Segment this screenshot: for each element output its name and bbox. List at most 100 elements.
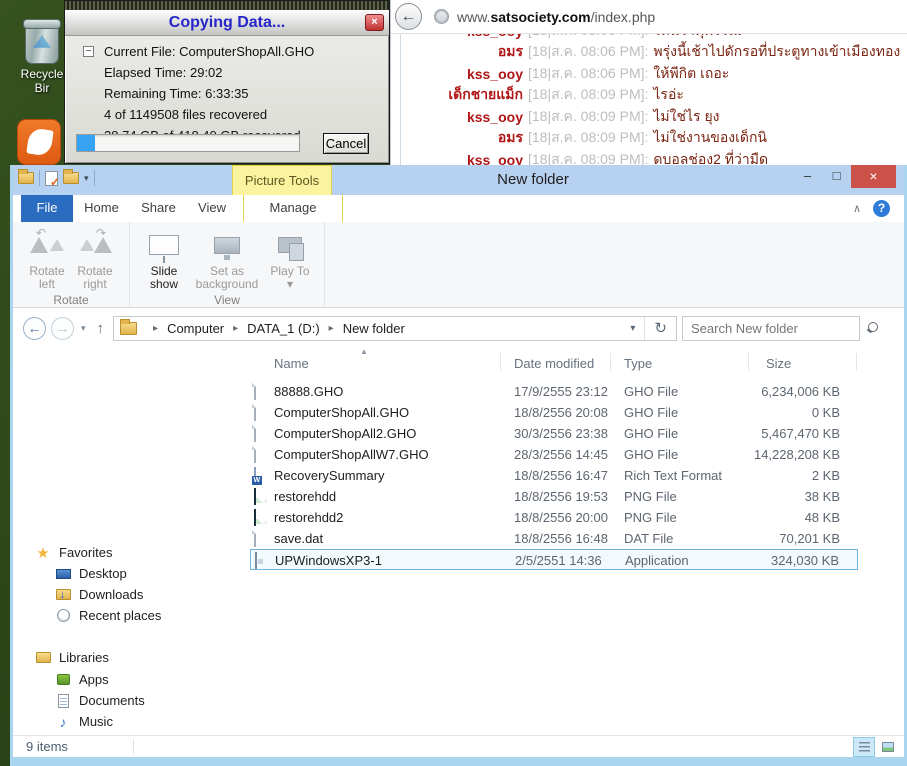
sidebar-item-recent-places[interactable]: Recent places <box>13 605 245 626</box>
dat-file-icon <box>254 530 270 547</box>
chat-username: kss_ooy <box>466 151 523 166</box>
help-button[interactable]: ? <box>873 200 890 217</box>
breadcrumb-computer[interactable]: Computer <box>167 321 224 336</box>
gho-file-icon <box>254 404 270 421</box>
chat-message: ให้พีกิต เถอะ <box>653 64 730 81</box>
sidebar-item-downloads[interactable]: Downloads <box>13 584 245 605</box>
dialog-close-button[interactable]: × <box>365 14 384 31</box>
up-button[interactable]: ↑ <box>97 320 105 337</box>
play-to-button[interactable]: Play To ▾ <box>266 226 314 291</box>
details-view-button[interactable] <box>853 737 875 757</box>
view-group-label: View <box>214 293 240 307</box>
libraries-icon <box>35 650 51 666</box>
close-button[interactable]: × <box>851 165 896 188</box>
globe-icon <box>434 9 449 24</box>
cancel-button[interactable]: Cancel <box>323 133 369 154</box>
browser-back-button[interactable]: ← <box>395 3 422 30</box>
column-header-type[interactable]: Type <box>624 356 652 371</box>
tab-home[interactable]: Home <box>73 195 130 222</box>
rtf-file-icon <box>254 467 270 484</box>
collapse-details-toggle[interactable]: − <box>83 46 94 57</box>
chat-message: ไรอ่ะ <box>653 86 684 103</box>
file-row[interactable]: save.dat 18/8/2556 16:48 DAT File 70,201… <box>250 528 858 549</box>
file-row[interactable]: restorehdd2 18/8/2556 20:00 PNG File 48 … <box>250 507 858 528</box>
breadcrumb-new-folder[interactable]: New folder <box>343 321 405 336</box>
picture-tools-contextual-tab[interactable]: Picture Tools <box>232 165 332 195</box>
window-title: New folder <box>497 171 569 188</box>
file-row[interactable]: 88888.GHO 17/9/2555 23:12 GHO File 6,234… <box>250 381 858 402</box>
column-headers: ▲ Name Date modified Type Size <box>248 348 904 376</box>
chat-line: kss_ooy [18|ส.ค. 08:09 PM]: ดบอลช่อง2 ที… <box>401 149 907 166</box>
forward-icon: → <box>55 319 70 336</box>
rotate-right-button[interactable]: ↷ Rotate right <box>71 226 119 291</box>
sidebar-item-music[interactable]: ♪ Music <box>13 711 245 732</box>
breadcrumb-bar[interactable]: ▸ Computer ▸ DATA_1 (D:) ▸ New folder ▾ … <box>113 315 677 341</box>
chat-message: ไม่ใช่ไร ยุง <box>653 107 720 124</box>
sidebar-item-desktop[interactable]: Desktop <box>13 563 245 584</box>
column-header-size[interactable]: Size <box>766 356 791 371</box>
tab-manage[interactable]: Manage <box>243 195 343 222</box>
maximize-icon: □ <box>832 168 841 183</box>
minimize-button[interactable]: – <box>793 165 822 188</box>
tab-file[interactable]: File <box>21 195 73 222</box>
png-file-icon <box>254 509 270 526</box>
png-file-icon <box>254 488 270 505</box>
chat-username: เด็กชายแม็ก <box>448 86 523 103</box>
address-dropdown-icon[interactable]: ▾ <box>621 317 644 340</box>
recent-places-icon <box>55 608 71 624</box>
rotate-left-button[interactable]: ↶ Rotate left <box>23 226 71 291</box>
progress-fill <box>77 135 95 151</box>
search-input[interactable] <box>683 320 867 336</box>
chat-message: พรุ่งนี้เช้าไปดักรอที่ประตูทางเข้าเมืองท… <box>653 43 901 60</box>
navigation-pane: ★ Favorites Desktop Downloads Recent pla… <box>13 348 249 735</box>
close-icon: × <box>371 16 378 28</box>
search-icon <box>867 322 879 334</box>
tab-share[interactable]: Share <box>130 195 187 222</box>
thumbnails-view-button[interactable] <box>878 738 898 756</box>
file-row-selected[interactable]: UPWindowsXP3-1 2/5/2551 14:36 Applicatio… <box>250 549 858 570</box>
sidebar-item-documents[interactable]: Documents <box>13 690 245 711</box>
ribbon-group-rotate: ↶ Rotate left ↷ Rotate right Rotate <box>13 222 130 307</box>
dialog-top-texture <box>65 1 389 10</box>
refresh-button[interactable]: ↻ <box>644 316 676 340</box>
browser-url[interactable]: www.satsociety.com/index.php <box>457 9 655 25</box>
files-recovered-text: 4 of 1149508 files recovered <box>104 107 268 122</box>
caption-buttons: – □ × <box>793 165 896 188</box>
breadcrumb-drive[interactable]: DATA_1 (D:) <box>247 321 319 336</box>
column-header-date[interactable]: Date modified <box>514 356 594 371</box>
recycle-bin-desktop-icon[interactable]: Recycle Bir <box>12 19 72 95</box>
gho-file-icon <box>254 383 270 400</box>
chat-username: อมร <box>497 129 523 146</box>
maximize-button[interactable]: □ <box>822 165 851 188</box>
sidebar-item-apps[interactable]: Apps <box>13 669 245 690</box>
nitro-app-desktop-icon[interactable] <box>17 119 61 165</box>
collapse-ribbon-icon[interactable]: ∧ <box>853 202 861 215</box>
file-list: ▲ Name Date modified Type Size 88888.GHO… <box>248 348 904 735</box>
new-folder-icon[interactable] <box>63 169 79 184</box>
chat-timestamp: [18|ส.ค. 08:06 PM]: <box>528 43 649 60</box>
dialog-title: Copying Data... <box>168 14 286 31</box>
recent-locations-dropdown-icon[interactable]: ▾ <box>81 323 86 334</box>
back-button[interactable]: ← <box>23 316 46 340</box>
tab-view[interactable]: View <box>187 195 237 222</box>
file-row[interactable]: restorehdd 18/8/2556 19:53 PNG File 38 K… <box>250 486 858 507</box>
forward-button[interactable]: → <box>51 316 74 340</box>
explorer-address-row: ← → ▾ ↑ ▸ Computer ▸ DATA_1 (D:) ▸ New f… <box>13 308 904 348</box>
file-row[interactable]: ComputerShopAllW7.GHO 28/3/2556 14:45 GH… <box>250 444 858 465</box>
column-header-name[interactable]: Name <box>274 356 309 371</box>
slide-show-button[interactable]: Slide show <box>140 226 188 291</box>
sidebar-item-favorites[interactable]: ★ Favorites <box>13 542 245 563</box>
apps-icon <box>55 672 71 688</box>
sidebar-item-libraries[interactable]: Libraries <box>13 647 245 668</box>
qat-dropdown-icon[interactable]: ▾ <box>84 173 89 184</box>
file-row[interactable]: ComputerShopAll.GHO 18/8/2556 20:08 GHO … <box>250 402 858 423</box>
file-row[interactable]: RecoverySummary 18/8/2556 16:47 Rich Tex… <box>250 465 858 486</box>
properties-icon[interactable] <box>45 170 60 189</box>
file-row[interactable]: ComputerShopAll2.GHO 30/3/2556 23:38 GHO… <box>250 423 858 444</box>
chat-line: kss_ooy [18|ส.ค. 08:09 PM]: ไม่ใช่ไร ยุง <box>401 106 907 128</box>
copying-data-dialog: Copying Data... × − Current File: Comput… <box>64 0 390 164</box>
set-as-background-button[interactable]: Set as background <box>188 226 266 291</box>
ribbon-tab-row: File Home Share View Manage ∧ ? <box>13 195 904 222</box>
chat-message: ดบอลช่อง2 ที่ว่ามืด <box>653 150 769 166</box>
play-to-icon <box>278 237 304 261</box>
